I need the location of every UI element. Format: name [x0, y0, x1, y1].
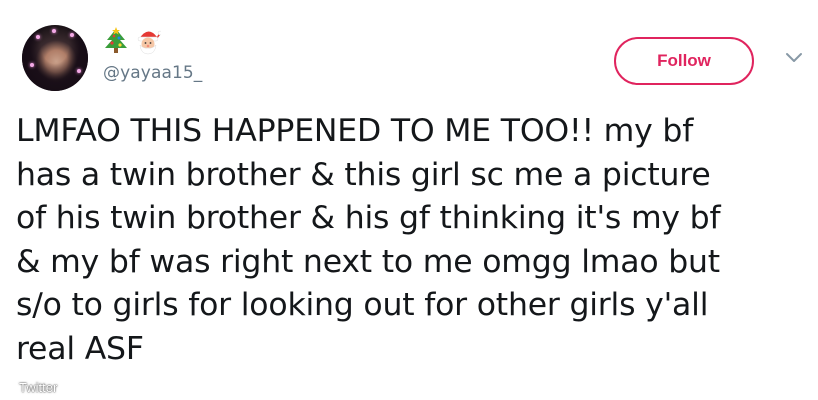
avatar-sparkle	[36, 35, 40, 39]
avatar-sparkle	[30, 63, 34, 67]
copyright-icon	[4, 380, 17, 394]
display-name[interactable]	[103, 26, 163, 56]
avatar[interactable]	[22, 25, 88, 91]
avatar-sparkle	[77, 69, 81, 73]
tweet-card: @yayaa15_ Follow LMFAO THIS HAPPENED TO …	[0, 0, 818, 400]
christmas-tree-icon	[103, 27, 129, 55]
avatar-sparkle	[52, 29, 56, 33]
tweet-text: LMFAO THIS HAPPENED TO ME TOO!! my bf ha…	[16, 113, 721, 367]
image-credit: Twitter	[4, 378, 57, 396]
credit-label: Twitter	[19, 379, 58, 395]
avatar-shading	[22, 25, 88, 91]
avatar-sparkle	[70, 33, 74, 37]
chevron-down-icon[interactable]	[784, 50, 804, 64]
santa-claus-icon	[135, 27, 163, 55]
follow-button[interactable]: Follow	[614, 37, 754, 85]
user-handle[interactable]: @yayaa15_	[103, 63, 202, 83]
